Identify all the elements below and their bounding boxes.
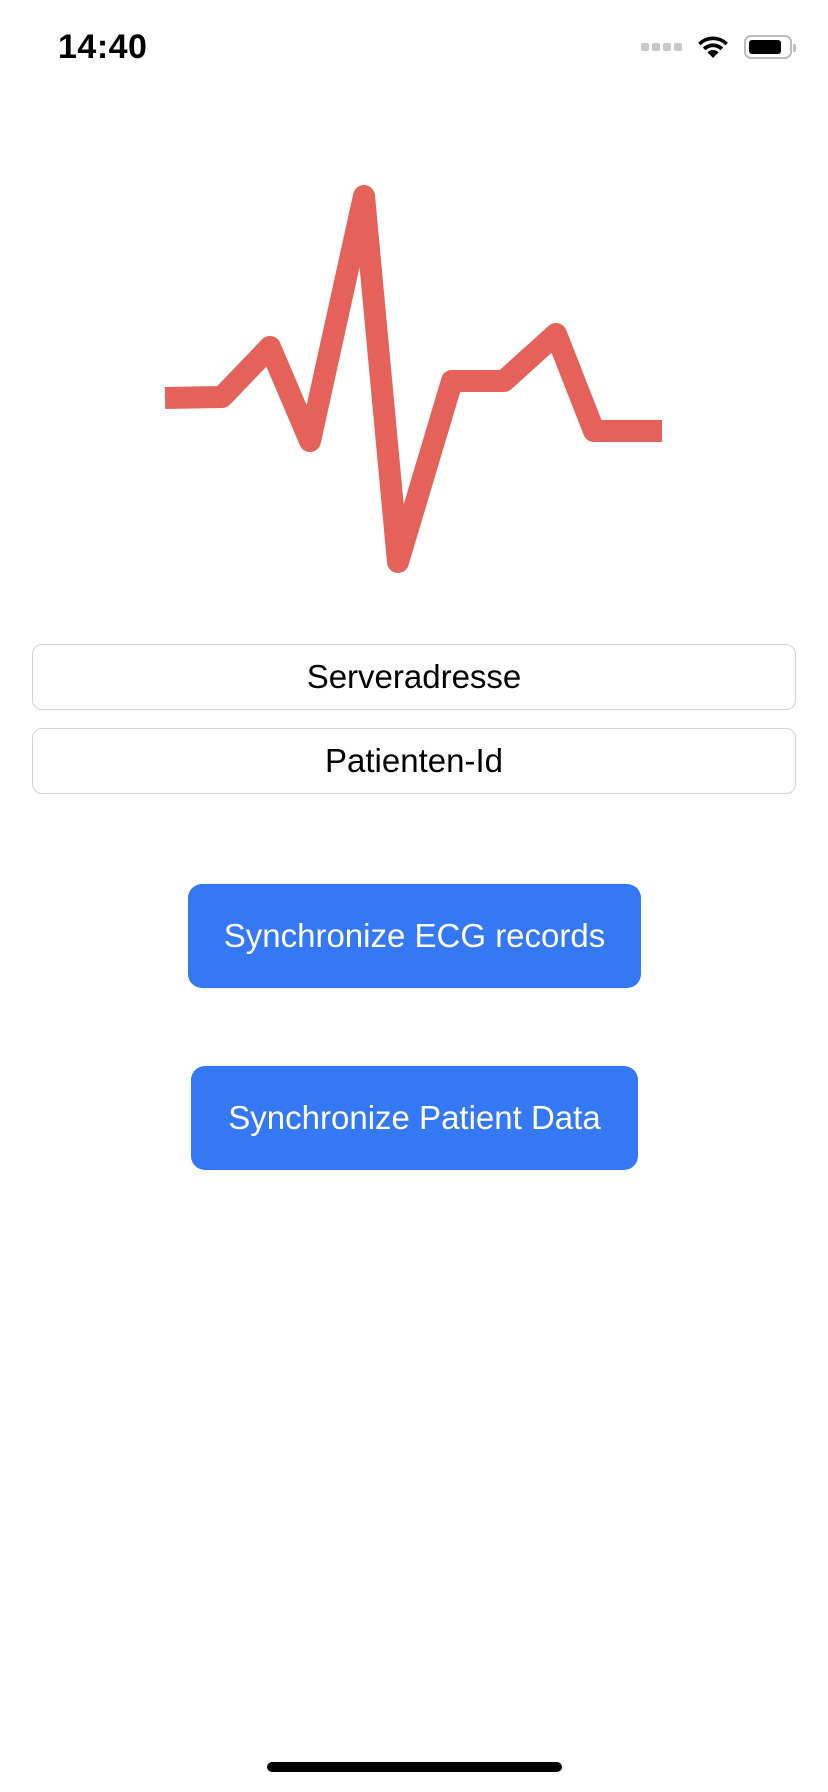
- patient-id-input[interactable]: [33, 741, 795, 781]
- sync-ecg-label: Synchronize ECG records: [223, 917, 606, 954]
- heartbeat-icon: [164, 185, 662, 573]
- sync-ecg-button[interactable]: Synchronize ECG records: [188, 884, 641, 988]
- heartbeat-line: [164, 185, 662, 573]
- sync-patient-button[interactable]: Synchronize Patient Data: [191, 1066, 638, 1170]
- server-address-input[interactable]: [33, 657, 795, 697]
- server-address-field[interactable]: [32, 644, 796, 710]
- sync-patient-label: Synchronize Patient Data: [228, 1099, 601, 1136]
- home-indicator[interactable]: [267, 1762, 562, 1772]
- patient-id-field[interactable]: [32, 728, 796, 794]
